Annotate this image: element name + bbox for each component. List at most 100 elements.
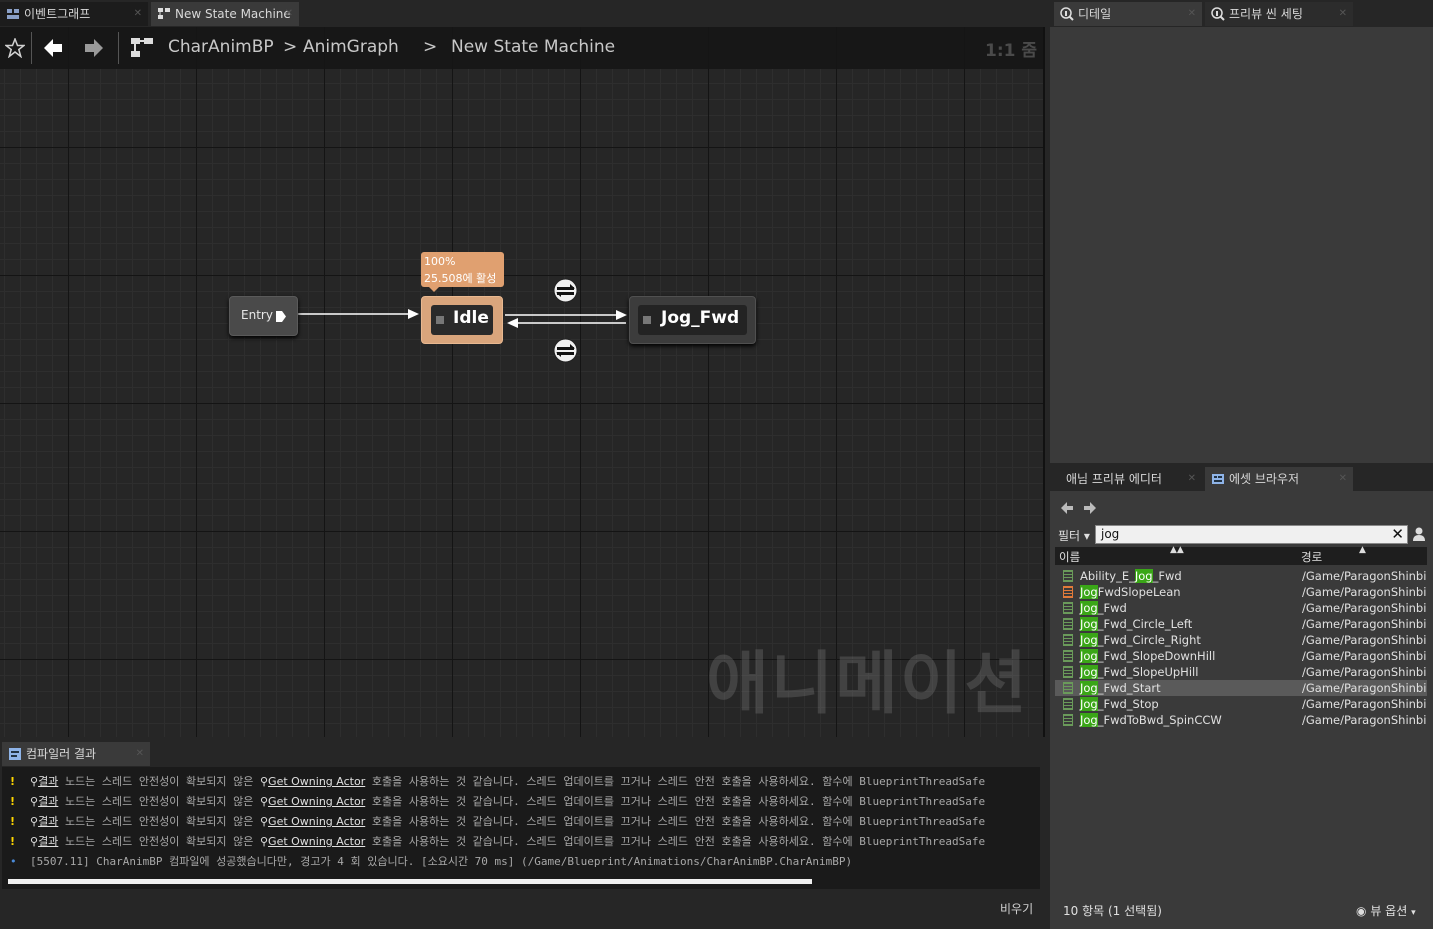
- tab-label: 에셋 브라우저: [1229, 472, 1300, 486]
- sort-icon[interactable]: ▲: [1359, 545, 1366, 555]
- tab-details[interactable]: 디테일 ✕: [1054, 2, 1202, 26]
- search-icon[interactable]: ⚲: [30, 775, 38, 788]
- asset-row[interactable]: Jog_Fwd_SlopeUpHill/Game/ParagonShinbi: [1055, 664, 1427, 680]
- warning-text: 노드는 스레드 안전성이 확보되지 않은: [64, 815, 254, 828]
- search-match-highlight: Jog: [1080, 713, 1098, 727]
- tab-anim-preview-editor[interactable]: 애님 프리뷰 에디터 ✕: [1054, 467, 1202, 491]
- asset-row[interactable]: Jog_Fwd_Circle_Left/Game/ParagonShinbi: [1055, 616, 1427, 632]
- search-icon[interactable]: ⚲: [260, 775, 268, 788]
- column-name-header[interactable]: 이름: [1059, 549, 1080, 565]
- view-options-button[interactable]: ◉ 뷰 옵션 ▾: [1356, 902, 1416, 919]
- idle-label: Idle: [453, 308, 489, 328]
- search-icon[interactable]: ⚲: [260, 835, 268, 848]
- search-icon[interactable]: ⚲: [30, 835, 38, 848]
- state-machine-icon: [131, 38, 153, 57]
- log-info-row: • [5507.11] CharAnimBP 컴파일에 성공했습니다만, 경고가 …: [10, 852, 1038, 872]
- node-link[interactable]: Get Owning Actor: [268, 795, 365, 808]
- result-link[interactable]: 결과: [38, 835, 58, 848]
- breadcrumb-separator: >: [423, 37, 438, 57]
- result-link[interactable]: 결과: [38, 815, 58, 828]
- entry-node[interactable]: Entry: [229, 296, 298, 336]
- asset-name: Jog_Fwd_SlopeDownHill: [1080, 649, 1216, 663]
- idle-activity-tooltip: 100% 25.508에 활성: [421, 252, 504, 292]
- column-path-header[interactable]: 경로: [1301, 549, 1322, 565]
- info-bullet-icon: •: [10, 855, 17, 868]
- close-icon[interactable]: ✕: [285, 2, 293, 26]
- jog-fwd-state-node[interactable]: Jog_Fwd: [629, 296, 756, 344]
- transition-rule-icon[interactable]: [553, 338, 578, 363]
- tab-label: 컴파일러 결과: [26, 747, 97, 761]
- result-link[interactable]: 결과: [38, 795, 58, 808]
- search-match-highlight: Jog: [1080, 617, 1098, 631]
- search-icon[interactable]: ⚲: [260, 815, 268, 828]
- exec-pin-icon[interactable]: [275, 310, 287, 323]
- tab-preview-scene-settings[interactable]: 프리뷰 씬 세팅 ✕: [1205, 2, 1353, 26]
- asset-row[interactable]: JogFwdSlopeLean/Game/ParagonShinbi: [1055, 584, 1427, 600]
- search-icon[interactable]: ⚲: [30, 795, 38, 808]
- close-icon[interactable]: ✕: [1339, 2, 1347, 26]
- asset-row[interactable]: Jog_Fwd_Stop/Game/ParagonShinbi: [1055, 696, 1427, 712]
- back-arrow-icon[interactable]: [1060, 501, 1074, 515]
- back-arrow-icon[interactable]: [42, 37, 64, 59]
- jog-node-body: Jog_Fwd: [638, 305, 747, 335]
- asset-row[interactable]: Jog_Fwd_Start/Game/ParagonShinbi: [1055, 680, 1427, 696]
- asset-row[interactable]: Jog_Fwd_SlopeDownHill/Game/ParagonShinbi: [1055, 648, 1427, 664]
- breadcrumb-charanimbp[interactable]: CharAnimBP: [168, 37, 274, 57]
- entry-label: Entry: [241, 308, 273, 322]
- forward-arrow-icon[interactable]: [83, 37, 105, 59]
- filter-button[interactable]: 필터 ▾: [1058, 527, 1090, 544]
- warning-text: 호출을 사용하는 것 같습니다. 스레드 업데이트를 끄거나 스레드 안전 호출…: [371, 835, 986, 848]
- node-link[interactable]: Get Owning Actor: [268, 775, 365, 788]
- transition-rule-icon[interactable]: [553, 278, 578, 303]
- favorite-star-icon[interactable]: [5, 38, 25, 58]
- result-link[interactable]: 결과: [38, 775, 58, 788]
- warning-text: 노드는 스레드 안전성이 확보되지 않은: [64, 795, 254, 808]
- animation-sequence-icon: [1063, 714, 1073, 726]
- warning-text: 노드는 스레드 안전성이 확보되지 않은: [64, 835, 254, 848]
- tab-asset-browser[interactable]: 에셋 브라우저 ✕: [1205, 467, 1353, 491]
- details-panel: [1050, 27, 1433, 463]
- breadcrumb-animgraph[interactable]: AnimGraph: [303, 37, 399, 57]
- asset-name: Jog_Fwd_Circle_Right: [1080, 633, 1201, 647]
- tab-new-state-machine[interactable]: New State Machine ✕: [151, 2, 299, 26]
- breadcrumb-state-machine[interactable]: New State Machine: [451, 37, 615, 57]
- divider: [31, 32, 32, 64]
- asset-path: /Game/ParagonShinbi: [1302, 585, 1426, 599]
- asset-name: Jog_Fwd_Start: [1080, 681, 1161, 695]
- clear-button[interactable]: 비우기: [1000, 900, 1033, 917]
- asset-path: /Game/ParagonShinbi: [1302, 601, 1426, 615]
- search-input[interactable]: jog ✕: [1095, 525, 1408, 544]
- search-icon[interactable]: ⚲: [30, 815, 38, 828]
- node-link[interactable]: Get Owning Actor: [268, 815, 365, 828]
- close-icon[interactable]: ✕: [1188, 467, 1196, 491]
- tab-label: New State Machine: [175, 7, 291, 21]
- node-link[interactable]: Get Owning Actor: [268, 835, 365, 848]
- sort-icon[interactable]: ▲▲: [1170, 545, 1184, 555]
- asset-row[interactable]: Jog_FwdToBwd_SpinCCW/Game/ParagonShinbi: [1055, 712, 1427, 728]
- log-warning-row: ! ⚲결과 노드는 스레드 안전성이 확보되지 않은 ⚲Get Owning Ac…: [10, 832, 1038, 852]
- warning-text: 호출을 사용하는 것 같습니다. 스레드 업데이트를 끄거나 스레드 안전 호출…: [371, 775, 986, 788]
- asset-row[interactable]: Jog_Fwd_Circle_Right/Game/ParagonShinbi: [1055, 632, 1427, 648]
- close-icon[interactable]: ✕: [136, 742, 144, 766]
- state-machine-graph[interactable]: 애니메이션 Entry 100% 25.508에 활성 Idle Jog_Fwd: [0, 27, 1045, 737]
- tab-event-graph[interactable]: 이벤트그래프 ✕: [0, 2, 148, 26]
- aim-offset-icon: [1063, 586, 1073, 598]
- horizontal-scrollbar[interactable]: [8, 879, 812, 884]
- animation-sequence-icon: [1063, 634, 1073, 646]
- close-icon[interactable]: ✕: [1188, 2, 1196, 26]
- asset-path: /Game/ParagonShinbi: [1302, 649, 1426, 663]
- search-icon[interactable]: ⚲: [260, 795, 268, 808]
- animation-sequence-icon: [1063, 682, 1073, 694]
- asset-row[interactable]: Ability_E_Jog_Fwd/Game/ParagonShinbi: [1055, 568, 1427, 584]
- idle-node-body: Idle: [431, 305, 493, 335]
- user-icon[interactable]: [1412, 527, 1426, 542]
- search-match-highlight: Jog: [1080, 633, 1098, 647]
- close-icon[interactable]: ✕: [1339, 467, 1347, 491]
- close-icon[interactable]: ✕: [134, 2, 142, 26]
- asset-path: /Game/ParagonShinbi: [1302, 617, 1426, 631]
- forward-arrow-icon[interactable]: [1083, 501, 1097, 515]
- tab-compiler-results[interactable]: 컴파일러 결과 ✕: [2, 742, 150, 766]
- asset-row[interactable]: Jog_Fwd/Game/ParagonShinbi: [1055, 600, 1427, 616]
- idle-state-node[interactable]: Idle: [421, 296, 503, 344]
- clear-search-icon[interactable]: ✕: [1391, 525, 1404, 543]
